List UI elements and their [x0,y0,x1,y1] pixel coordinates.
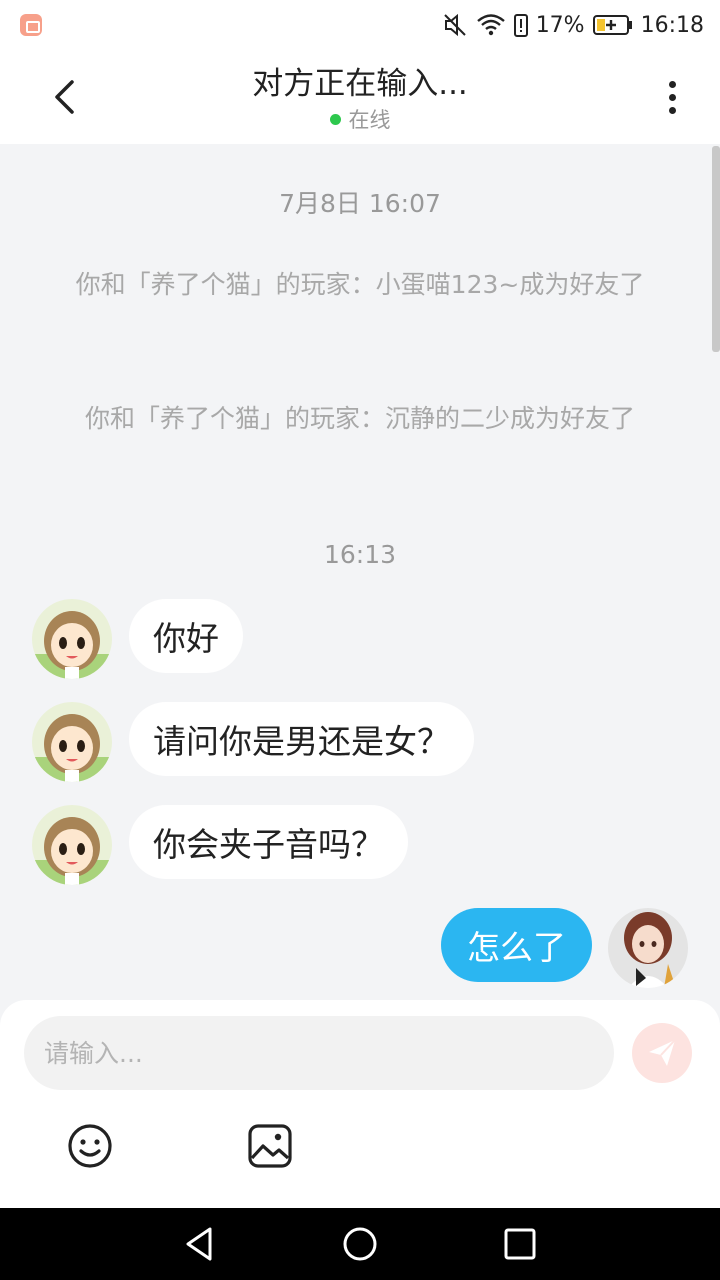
online-status: 在线 [0,104,720,134]
clock: 16:18 [640,12,704,38]
system-message: 你和「养了个猫」的玩家：小蛋喵123~成为好友了 [75,270,645,299]
send-button[interactable] [632,1023,692,1083]
contact-avatar[interactable] [32,702,112,782]
status-icons: 17% 16:18 [442,10,704,40]
smiley-icon [68,1124,112,1168]
message-bubble-sent[interactable]: 怎么了 [441,908,592,982]
user-avatar[interactable] [608,908,688,988]
nav-recents-icon[interactable] [500,1224,540,1264]
composer [0,1000,720,1208]
more-dot-icon [668,80,676,88]
page-title: 对方正在输入... [252,66,468,102]
more-dot-icon [668,106,676,114]
battery-charging-icon [592,15,632,35]
app-notification-icon [20,14,42,36]
wifi-icon [476,14,505,36]
contact-avatar[interactable] [32,599,112,679]
message-bubble-received[interactable]: 你会夹子音吗？ [129,805,408,879]
nav-home-icon[interactable] [340,1224,380,1264]
nav-back-icon[interactable] [180,1224,220,1264]
battery-percent: 17% [535,12,585,38]
send-icon [649,1039,676,1066]
online-dot-icon [329,113,341,125]
system-nav-bar [0,1208,720,1280]
scrollbar[interactable] [712,146,720,352]
chat-history[interactable]: 7月8日 16:07 你和「养了个猫」的玩家：小蛋喵123~成为好友了 你和「养… [0,144,720,1004]
image-button[interactable] [246,1122,294,1170]
chat-header: 对方正在输入... 在线 [0,50,720,144]
more-options-button[interactable] [650,72,694,122]
timestamp: 16:13 [323,540,397,569]
message-bubble-received[interactable]: 你好 [129,599,243,673]
mute-icon [443,13,466,37]
status-bar: 17% 16:18 [0,0,720,50]
image-icon [248,1124,292,1168]
online-status-label: 在线 [348,108,391,132]
system-message: 你和「养了个猫」的玩家：沉静的二少成为好友了 [84,404,635,433]
message-input[interactable] [24,1016,614,1090]
emoji-button[interactable] [66,1122,114,1170]
contact-avatar[interactable] [32,805,112,885]
more-dot-icon [668,93,676,101]
battery-alert-icon [513,14,528,37]
timestamp: 7月8日 16:07 [279,189,441,218]
message-bubble-received[interactable]: 请问你是男还是女？ [129,702,474,776]
